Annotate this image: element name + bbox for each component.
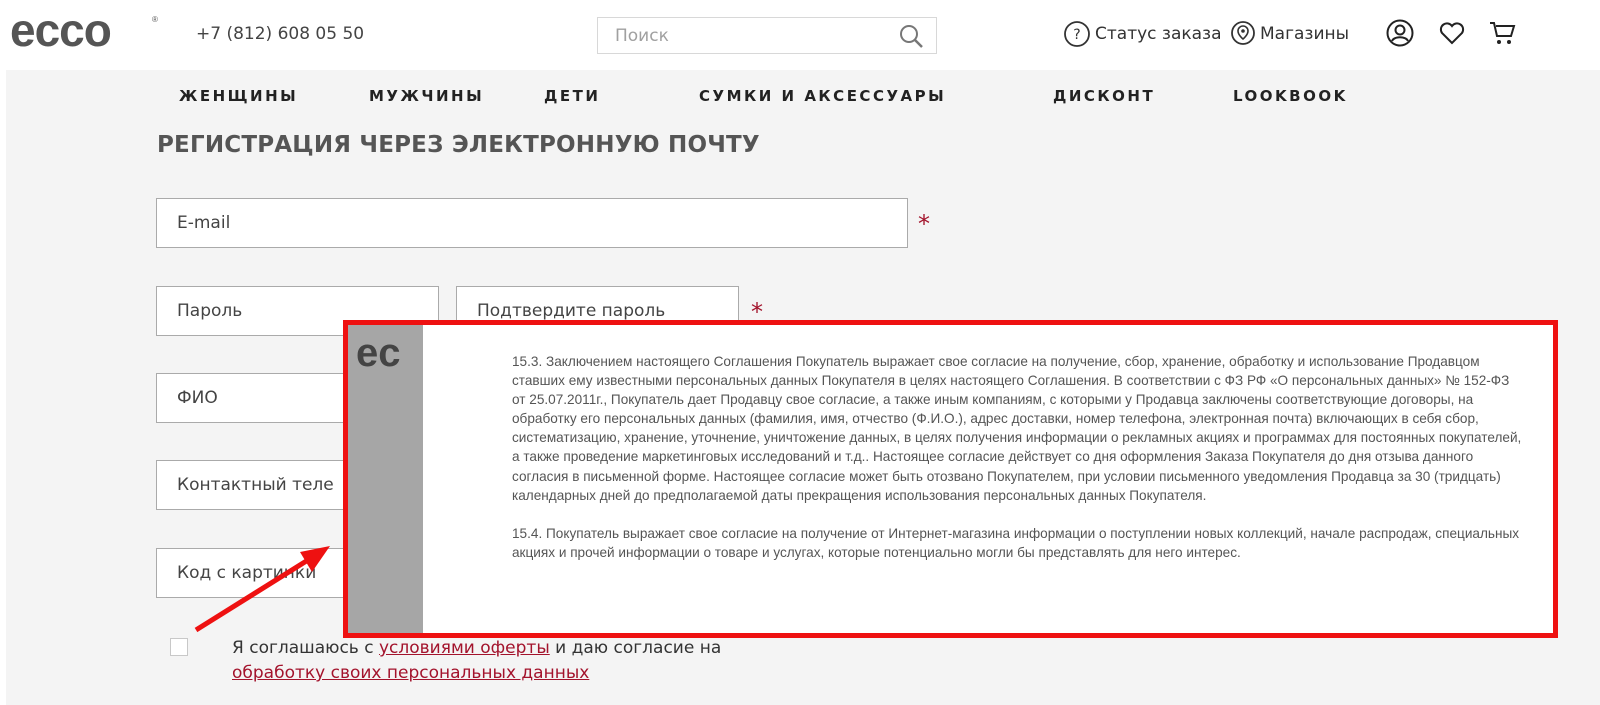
nav-item-women[interactable]: ЖЕНЩИНЫ bbox=[179, 87, 298, 105]
account-icon[interactable] bbox=[1385, 18, 1415, 48]
svg-text:?: ? bbox=[1073, 27, 1080, 43]
nav-item-lookbook[interactable]: LOOKBOOK bbox=[1233, 87, 1348, 105]
offer-terms-link[interactable]: условиями оферты bbox=[379, 638, 550, 658]
location-icon bbox=[1231, 21, 1255, 45]
stores-label: Магазины bbox=[1260, 24, 1350, 44]
search-icon[interactable] bbox=[898, 23, 924, 49]
nav-item-bags[interactable]: СУМКИ И АКСЕССУАРЫ bbox=[699, 87, 946, 105]
confirm-password-placeholder: Подтвердите пароль bbox=[477, 301, 666, 321]
svg-text:®: ® bbox=[152, 15, 158, 24]
consent-prefix: Я соглашаюсь с bbox=[232, 638, 379, 658]
phone-placeholder: Контактный теле bbox=[177, 475, 334, 495]
consent-middle: и даю согласие на bbox=[549, 638, 722, 658]
fio-placeholder: ФИО bbox=[177, 388, 218, 408]
order-status-link[interactable]: ? Статус заказа bbox=[1063, 20, 1222, 48]
email-placeholder: E-mail bbox=[177, 213, 231, 233]
password-placeholder: Пароль bbox=[177, 301, 243, 321]
search-box bbox=[597, 17, 937, 54]
required-mark: * bbox=[918, 210, 930, 238]
help-icon: ? bbox=[1064, 21, 1090, 47]
overlay-sidebar: ec bbox=[348, 325, 423, 633]
stores-link[interactable]: Магазины bbox=[1230, 20, 1349, 48]
terms-text: 15.3. Заключением настоящего Соглашения … bbox=[512, 352, 1522, 581]
nav-item-kids[interactable]: ДЕТИ bbox=[544, 87, 600, 105]
svg-text:ecco: ecco bbox=[10, 10, 111, 50]
nav-item-men[interactable]: МУЖЧИНЫ bbox=[369, 87, 484, 105]
captcha-placeholder: Код с картинки bbox=[177, 563, 317, 583]
page-title: РЕГИСТРАЦИЯ ЧЕРЕЗ ЭЛЕКТРОННУЮ ПОЧТУ bbox=[157, 132, 760, 158]
heart-icon[interactable] bbox=[1437, 18, 1467, 48]
order-status-label: Статус заказа bbox=[1095, 24, 1222, 44]
nav-item-discount[interactable]: ДИСКОНТ bbox=[1053, 87, 1155, 105]
consent-checkbox[interactable] bbox=[170, 638, 188, 656]
terms-paragraph-15-4: 15.4. Покупатель выражает свое согласие … bbox=[512, 525, 1520, 560]
email-field[interactable]: E-mail bbox=[156, 198, 908, 248]
header: ecco ® +7 (812) 608 05 50 ? Статус заказ… bbox=[0, 0, 1600, 70]
overlay-logo: ec bbox=[356, 331, 401, 375]
consent-text: Я соглашаюсь с условиями оферты и даю со… bbox=[232, 636, 932, 686]
ecco-logo[interactable]: ecco ® bbox=[10, 10, 160, 50]
cart-icon[interactable] bbox=[1487, 18, 1517, 48]
main-nav: ЖЕНЩИНЫ МУЖЧИНЫ ДЕТИ СУМКИ И АКСЕССУАРЫ … bbox=[6, 70, 1600, 121]
phone-number[interactable]: +7 (812) 608 05 50 bbox=[196, 24, 364, 44]
personal-data-link[interactable]: обработку своих персональных данных bbox=[232, 663, 589, 683]
terms-overlay: ec 15.3. Заключением настоящего Соглашен… bbox=[343, 320, 1558, 638]
terms-paragraph-15-3: 15.3. Заключением настоящего Соглашения … bbox=[512, 354, 1522, 503]
search-input[interactable] bbox=[598, 18, 878, 53]
